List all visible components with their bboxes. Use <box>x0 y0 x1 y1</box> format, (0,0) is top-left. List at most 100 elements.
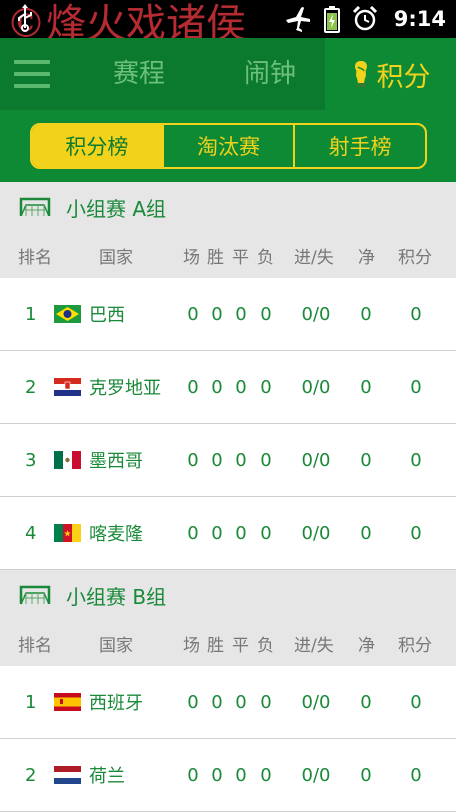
col-drawn-header: 平 <box>232 635 249 656</box>
team-rank: 4 <box>25 522 37 544</box>
tab-standings-label: 积分 <box>376 61 431 93</box>
team-points: 0 <box>410 691 422 713</box>
team-row[interactable]: 1 巴西 0 0 0 0 0/0 0 0 <box>0 278 456 351</box>
col-lost-header: 负 <box>257 247 274 268</box>
team-played: 0 <box>187 691 199 713</box>
team-goals: 0/0 <box>301 691 331 713</box>
team-lost: 0 <box>260 764 272 786</box>
team-row[interactable]: 4 喀麦隆 0 0 0 0 0/0 0 0 <box>0 497 456 570</box>
top-nav-left: 赛程 闹钟 <box>0 38 325 110</box>
group-header: 小组赛 A组 <box>0 182 456 232</box>
team-name: 西班牙 <box>89 693 143 714</box>
cameroon-flag-icon <box>54 524 81 542</box>
brazil-flag-icon <box>54 305 81 323</box>
team-name: 墨西哥 <box>89 451 143 472</box>
tab-alarm[interactable]: 闹钟 <box>244 38 296 110</box>
battery-charging-icon <box>323 5 340 33</box>
airplane-mode-icon <box>284 6 312 32</box>
team-played: 0 <box>187 449 199 471</box>
team-rank: 2 <box>25 764 37 786</box>
group-title: 小组赛 A组 <box>66 196 167 221</box>
team-won: 0 <box>211 691 223 713</box>
team-rank: 3 <box>25 449 37 471</box>
team-row[interactable]: 2 荷兰 0 0 0 0 0/0 0 0 <box>0 739 456 812</box>
team-row[interactable]: 3 墨西哥 0 0 0 0 0/0 0 0 <box>0 424 456 497</box>
team-played: 0 <box>187 303 199 325</box>
team-won: 0 <box>211 376 223 398</box>
col-played-header: 场 <box>183 635 200 656</box>
team-name: 克罗地亚 <box>89 378 161 399</box>
team-goal-diff: 0 <box>360 691 372 713</box>
col-rank-header: 排名 <box>18 247 52 268</box>
segment-bar: 积分榜 淘汰赛 射手榜 <box>0 110 456 182</box>
team-drawn: 0 <box>235 764 247 786</box>
column-header-row: 排名 国家 场胜平负进/失 净 积分 <box>0 620 456 666</box>
team-points: 0 <box>410 522 422 544</box>
col-drawn-header: 平 <box>232 247 249 268</box>
col-goal-diff-header: 净 <box>358 247 375 268</box>
col-played-header: 场 <box>183 247 200 268</box>
team-rank: 1 <box>25 303 37 325</box>
team-rank: 2 <box>25 376 37 398</box>
team-drawn: 0 <box>235 691 247 713</box>
team-goals: 0/0 <box>301 376 331 398</box>
team-played: 0 <box>187 376 199 398</box>
spain-flag-icon <box>54 693 81 711</box>
team-drawn: 0 <box>235 303 247 325</box>
team-lost: 0 <box>260 376 272 398</box>
team-name: 荷兰 <box>89 766 125 787</box>
croatia-flag-icon <box>54 378 81 396</box>
team-goal-diff: 0 <box>360 376 372 398</box>
trophy-icon <box>351 59 371 89</box>
col-country-header: 国家 <box>99 635 133 656</box>
col-won-header: 胜 <box>207 247 224 268</box>
team-goals: 0/0 <box>301 764 331 786</box>
tab-standings[interactable]: 积分 <box>325 38 456 110</box>
tab-schedule[interactable]: 赛程 <box>113 38 165 110</box>
team-goal-diff: 0 <box>360 522 372 544</box>
col-points-header: 积分 <box>398 635 432 656</box>
mexico-flag-icon <box>54 451 81 469</box>
team-flag <box>54 351 81 423</box>
group-header: 小组赛 B组 <box>0 570 456 620</box>
team-won: 0 <box>211 522 223 544</box>
team-row[interactable]: 2 克罗地亚 0 0 0 0 0/0 0 0 <box>0 351 456 424</box>
team-played: 0 <box>187 764 199 786</box>
team-flag <box>54 424 81 496</box>
team-drawn: 0 <box>235 376 247 398</box>
clock-time: 9:14 <box>393 7 446 31</box>
team-goals: 0/0 <box>301 303 331 325</box>
team-lost: 0 <box>260 449 272 471</box>
team-lost: 0 <box>260 691 272 713</box>
segment-knockout[interactable]: 淘汰赛 <box>161 125 294 167</box>
segment-standings[interactable]: 积分榜 <box>32 125 162 167</box>
team-played: 0 <box>187 522 199 544</box>
team-name: 喀麦隆 <box>89 524 143 545</box>
netherlands-flag-icon <box>54 766 81 784</box>
col-goals-header: 进/失 <box>294 635 334 656</box>
top-nav: 赛程 闹钟 积分 <box>0 38 456 110</box>
team-won: 0 <box>211 764 223 786</box>
team-flag <box>54 739 81 811</box>
team-points: 0 <box>410 303 422 325</box>
goal-net-icon <box>18 584 52 606</box>
standings-list: 小组赛 A组 排名 国家场胜平负进/失净积分 1 巴西 0 0 0 0 0/0 0 0 2 克罗地亚 0 0 0… <box>0 182 456 812</box>
col-country-header: 国家 <box>99 247 133 268</box>
usb-icon <box>16 4 34 32</box>
alarm-clock-icon <box>352 6 378 32</box>
team-flag <box>54 278 81 350</box>
team-goal-diff: 0 <box>360 303 372 325</box>
segment-top-scorers[interactable]: 射手榜 <box>293 125 425 167</box>
team-won: 0 <box>211 449 223 471</box>
menu-icon[interactable] <box>14 60 50 88</box>
team-goal-diff: 0 <box>360 449 372 471</box>
team-points: 0 <box>410 449 422 471</box>
column-header-row: 排名 国家 场胜平负进/失 净 积分 <box>0 232 456 278</box>
segmented-control: 积分榜 淘汰赛 射手榜 <box>30 123 427 169</box>
group-title: 小组赛 B组 <box>66 584 167 609</box>
team-points: 0 <box>410 764 422 786</box>
team-drawn: 0 <box>235 522 247 544</box>
team-lost: 0 <box>260 303 272 325</box>
team-row[interactable]: 1 西班牙 0 0 0 0 0/0 0 0 <box>0 666 456 739</box>
team-points: 0 <box>410 376 422 398</box>
